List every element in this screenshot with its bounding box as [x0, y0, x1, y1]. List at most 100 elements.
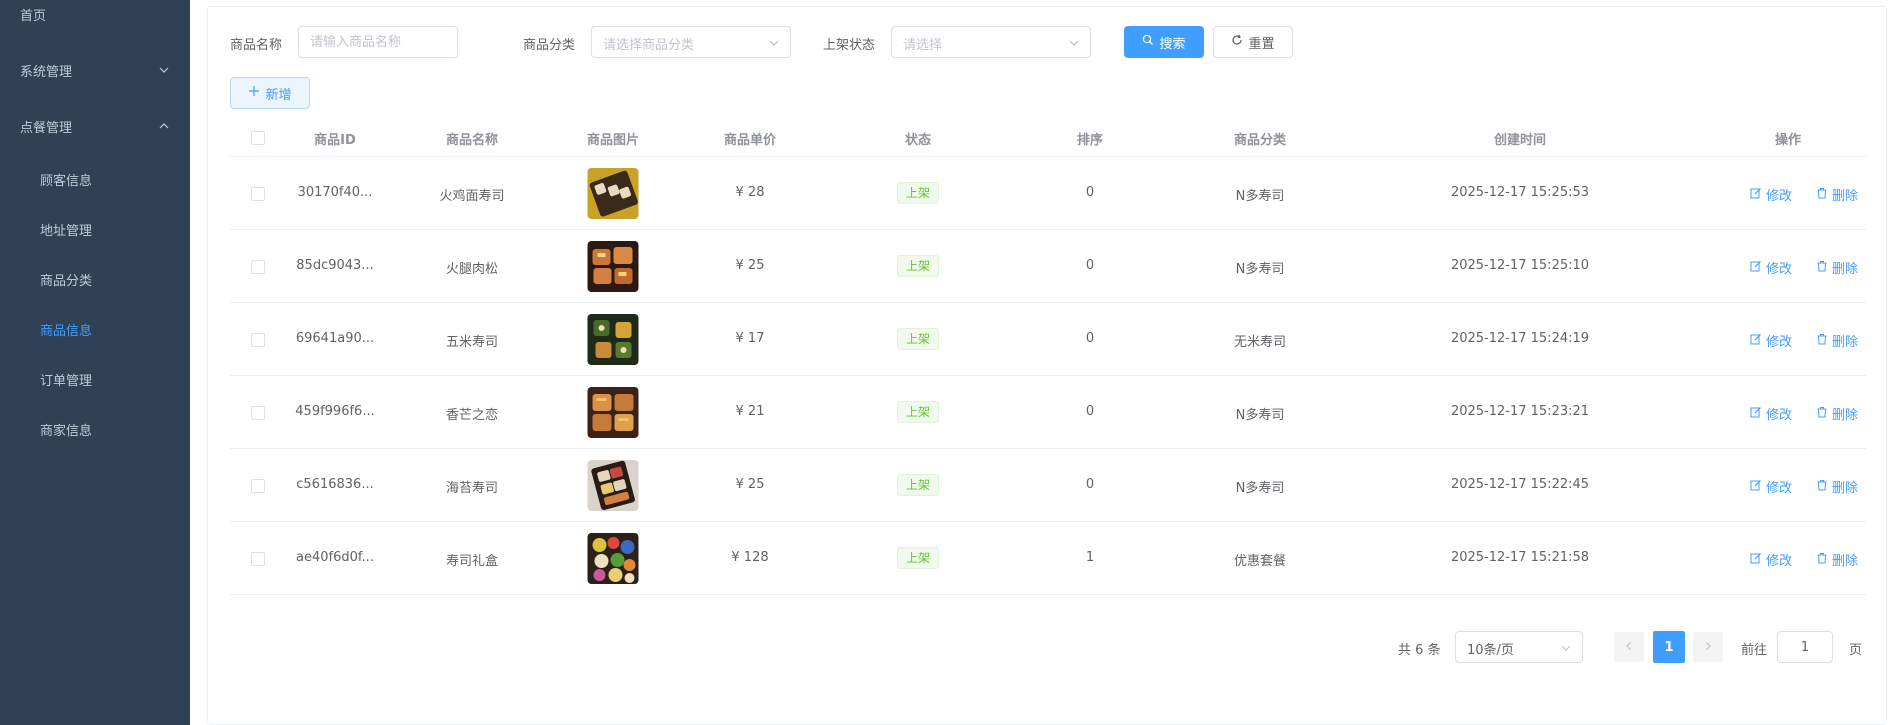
chevron-down-icon — [158, 64, 170, 80]
created-time: 2025-12-17 15:23:21 — [1450, 404, 1590, 419]
add-button[interactable]: 新增 — [230, 77, 310, 109]
table-row: 30170f40... 火鸡面寿司 ¥ 28 上架 0 N多寿司 2025-12… — [230, 157, 1866, 230]
product-price: ¥ 17 — [735, 331, 765, 346]
product-image[interactable] — [587, 314, 639, 365]
delete-button[interactable]: 删除 — [1816, 258, 1858, 277]
row-checkbox[interactable] — [251, 260, 265, 274]
row-checkbox[interactable] — [251, 333, 265, 347]
delete-button[interactable]: 删除 — [1816, 477, 1858, 496]
category-select-placeholder: 请选择商品分类 — [603, 38, 695, 53]
main-content: 商品名称 商品分类 请选择商品分类 上架状态 请选择 搜索 重置 新增 — [207, 6, 1887, 725]
edit-button[interactable]: 修改 — [1750, 550, 1792, 569]
sidebar-item-system[interactable]: 系统管理 — [0, 45, 190, 95]
chevron-right-icon — [1703, 640, 1713, 655]
edit-button[interactable]: 修改 — [1750, 185, 1792, 204]
product-id: 459f996f6... — [295, 404, 375, 419]
product-id: 69641a90... — [295, 331, 375, 346]
page-size-select[interactable]: 10条/页 — [1455, 631, 1583, 663]
sidebar-item-categories[interactable]: 商品分类 — [0, 254, 190, 304]
product-id: ae40f6d0f... — [296, 550, 374, 565]
product-sort: 0 — [1085, 331, 1095, 346]
created-time: 2025-12-17 15:21:58 — [1450, 550, 1590, 565]
sidebar-item-addresses[interactable]: 地址管理 — [0, 204, 190, 254]
delete-label: 删除 — [1832, 554, 1859, 569]
delete-button[interactable]: 删除 — [1816, 185, 1858, 204]
edit-button[interactable]: 修改 — [1750, 331, 1792, 350]
next-page-button[interactable] — [1693, 632, 1723, 662]
delete-label: 删除 — [1832, 262, 1859, 277]
sidebar-item-ordering[interactable]: 点餐管理 — [0, 101, 190, 151]
product-sort: 0 — [1085, 258, 1095, 273]
product-price: ¥ 28 — [735, 185, 765, 200]
column-header: 状态 — [904, 133, 932, 148]
edit-label: 修改 — [1766, 189, 1793, 204]
search-icon — [1142, 34, 1154, 50]
created-time: 2025-12-17 15:25:53 — [1450, 185, 1590, 200]
edit-label: 修改 — [1766, 262, 1793, 277]
sidebar-item-home[interactable]: 首页 — [0, 0, 190, 39]
category-select[interactable]: 请选择商品分类 — [591, 26, 791, 58]
sidebar-item-label: 商家信息 — [40, 423, 93, 439]
column-header: 商品图片 — [586, 133, 640, 148]
delete-label: 删除 — [1832, 335, 1859, 350]
search-button[interactable]: 搜索 — [1124, 26, 1204, 58]
product-price: ¥ 25 — [735, 477, 765, 492]
edit-button[interactable]: 修改 — [1750, 404, 1792, 423]
delete-button[interactable]: 删除 — [1816, 550, 1858, 569]
edit-label: 修改 — [1766, 408, 1793, 423]
edit-icon — [1750, 333, 1762, 349]
sidebar-item-products[interactable]: 商品信息 — [0, 304, 190, 354]
sidebar-item-label: 地址管理 — [40, 223, 93, 239]
edit-button[interactable]: 修改 — [1750, 477, 1792, 496]
product-name-input[interactable] — [298, 26, 458, 58]
chevron-down-icon — [1560, 642, 1572, 658]
sidebar-item-label: 订单管理 — [40, 373, 93, 389]
sidebar-item-label: 顾客信息 — [40, 173, 93, 189]
prev-page-button[interactable] — [1614, 632, 1644, 662]
trash-icon — [1816, 479, 1828, 495]
delete-button[interactable]: 删除 — [1816, 404, 1858, 423]
status-badge: 上架 — [896, 547, 940, 569]
reset-button[interactable]: 重置 — [1213, 26, 1293, 58]
sidebar-item-merchant[interactable]: 商家信息 — [0, 404, 190, 454]
product-category: N多寿司 — [1235, 481, 1285, 496]
product-name: 海苔寿司 — [445, 481, 499, 496]
product-image[interactable] — [587, 168, 639, 219]
column-header: 商品分类 — [1233, 133, 1287, 148]
category-label: 商品分类 — [523, 38, 576, 53]
column-header: 排序 — [1076, 133, 1104, 148]
delete-label: 删除 — [1832, 189, 1859, 204]
product-name: 香芒之恋 — [445, 408, 499, 423]
delete-button[interactable]: 删除 — [1816, 331, 1858, 350]
row-checkbox[interactable] — [251, 406, 265, 420]
status-select-placeholder: 请选择 — [903, 38, 943, 53]
row-checkbox[interactable] — [251, 187, 265, 201]
goto-page-input[interactable] — [1777, 631, 1833, 663]
product-sort: 1 — [1085, 550, 1095, 565]
add-button-label: 新增 — [265, 87, 292, 103]
edit-label: 修改 — [1766, 481, 1793, 496]
product-image[interactable] — [587, 460, 639, 511]
product-price: ¥ 128 — [731, 550, 769, 565]
page-size-value: 10条/页 — [1467, 643, 1514, 658]
product-image[interactable] — [587, 533, 639, 584]
edit-icon — [1750, 479, 1762, 495]
trash-icon — [1816, 260, 1828, 276]
created-time: 2025-12-17 15:24:19 — [1450, 331, 1590, 346]
edit-button[interactable]: 修改 — [1750, 258, 1792, 277]
edit-label: 修改 — [1766, 335, 1793, 350]
product-image[interactable] — [587, 387, 639, 438]
search-button-label: 搜索 — [1159, 36, 1186, 52]
product-image[interactable] — [587, 241, 639, 292]
sidebar-item-customers[interactable]: 顾客信息 — [0, 154, 190, 204]
select-all-checkbox[interactable] — [251, 131, 265, 145]
page-number-current[interactable]: 1 — [1653, 631, 1685, 663]
row-checkbox[interactable] — [251, 552, 265, 566]
plus-icon — [248, 85, 260, 101]
sidebar-item-orders[interactable]: 订单管理 — [0, 354, 190, 404]
status-select[interactable]: 请选择 — [891, 26, 1091, 58]
page-suffix: 页 — [1849, 643, 1863, 658]
product-name: 寿司礼盒 — [445, 554, 499, 569]
row-checkbox[interactable] — [251, 479, 265, 493]
trash-icon — [1816, 552, 1828, 568]
